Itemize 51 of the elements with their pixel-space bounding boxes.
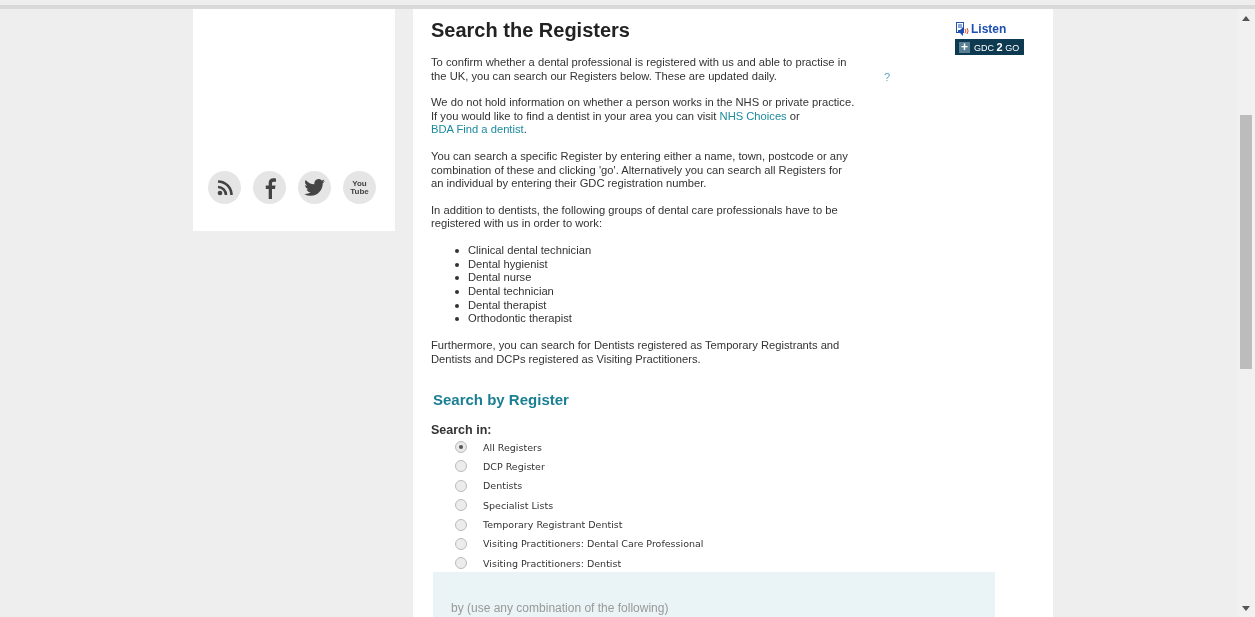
scroll-up-icon[interactable]	[1242, 16, 1250, 21]
bullet-icon	[455, 290, 459, 295]
body-paragraph: We do not hold information on whether a person works in the NHS or private practice. If you would like to find a dentist in your area you can visit NHS Choices or BDA Find a dentist.	[431, 96, 856, 137]
body-paragraph: To confirm whether a dental professional is registered with us and able to practise in the UK, you can search our Registers below. These are updated daily.	[431, 56, 848, 84]
text-link[interactable]: NHS Choices	[719, 109, 787, 122]
bullet-icon	[455, 276, 459, 281]
twitter-link[interactable]	[298, 171, 331, 204]
list-item: Dental therapist	[468, 298, 547, 311]
radio-label: Visiting Practitioners: Dental Care Professional	[483, 538, 704, 550]
youtube-link[interactable]: You Tube	[343, 171, 376, 204]
radio-button[interactable]	[455, 479, 467, 492]
radio-label: Temporary Registrant Dentist	[483, 519, 623, 531]
scroll-down-icon[interactable]	[1242, 606, 1250, 611]
radio-button[interactable]	[455, 441, 467, 454]
field-label: Search in:	[431, 423, 493, 438]
twitter-icon	[303, 178, 326, 197]
list-item: Dental technician	[468, 285, 554, 298]
youtube-icon: You Tube	[349, 179, 370, 196]
body-paragraph: You can search a specific Register by entering either a name, town, postcode or any combination of these and clicking 'go'. Alternatively you can search all Registers for an individual by entering their GDC registration number.	[431, 149, 849, 191]
rss-icon	[215, 178, 234, 197]
bullet-icon	[455, 248, 459, 253]
speaker-icon	[956, 22, 969, 36]
list-item: Orthodontic therapist	[468, 312, 572, 325]
body-paragraph: In addition to dentists, the following groups of dental care professionals have to be registered with us in order to work:	[431, 203, 839, 231]
radio-button[interactable]	[455, 499, 467, 512]
scrollbar-thumb[interactable]	[1240, 115, 1252, 369]
text-link[interactable]: BDA Find a dentist	[431, 123, 524, 136]
radio-label: DCP Register	[483, 460, 545, 472]
radio-label: All Registers	[483, 441, 542, 453]
listen-link[interactable]: Listen	[956, 22, 1007, 36]
radio-label: Dentists	[483, 480, 523, 492]
body-paragraph: Furthermore, you can search for Dentists registered as Temporary Registrants and Dentists and DCPs registered as Visiting Practitioners.	[431, 339, 841, 367]
list-item: Dental hygienist	[468, 257, 548, 270]
facebook-icon	[263, 176, 276, 199]
section-heading: Search by Register	[433, 391, 570, 409]
bullet-icon	[455, 262, 459, 267]
criteria-label: by (use any combination of the following)	[451, 601, 669, 615]
bullet-icon	[455, 303, 459, 308]
radio-label: Visiting Practitioners: Dentist	[483, 557, 622, 569]
facebook-link[interactable]	[253, 171, 286, 204]
rss-link[interactable]	[208, 171, 241, 204]
list-item: Dental nurse	[468, 271, 532, 284]
radio-button[interactable]	[455, 518, 467, 531]
radio-button[interactable]	[455, 460, 467, 473]
radio-button[interactable]	[455, 538, 467, 550]
page-title: Search the Registers	[431, 18, 631, 42]
app-button[interactable]: + GDC 2 GO	[955, 39, 1025, 55]
radio-button[interactable]	[455, 557, 467, 570]
bullet-icon	[455, 317, 459, 322]
radio-label: Specialist Lists	[483, 499, 554, 511]
list-item: Clinical dental technician	[468, 243, 592, 256]
